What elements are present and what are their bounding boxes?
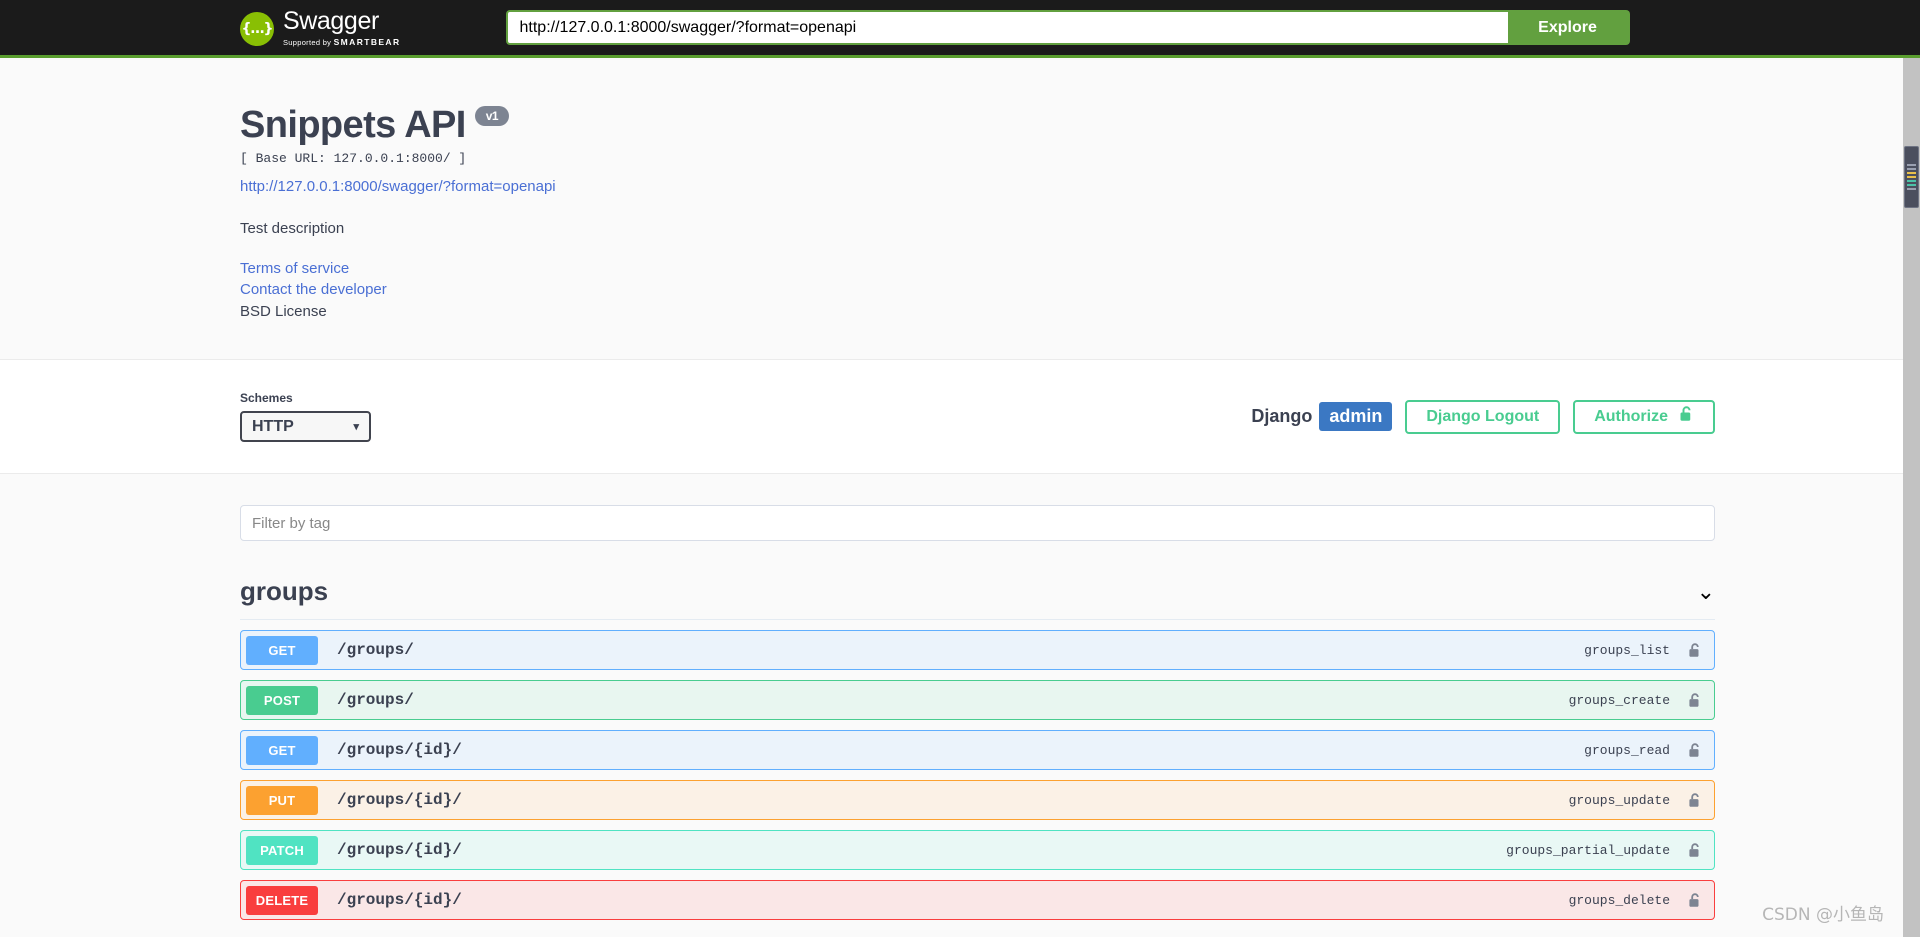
- license-text: BSD License: [240, 302, 327, 320]
- swagger-braces-icon: {…}: [240, 12, 274, 47]
- terms-of-service-link[interactable]: Terms of service: [240, 258, 1920, 279]
- topbar: {…} Swagger Supported by SMARTBEAR Explo…: [0, 0, 1920, 58]
- operation-path: /groups/{id}/: [337, 791, 462, 810]
- contact-developer-link[interactable]: Contact the developer: [240, 279, 1920, 300]
- http-method-badge: PUT: [246, 785, 318, 815]
- unlock-icon[interactable]: [1688, 742, 1702, 759]
- operation-id: groups_create: [1568, 692, 1670, 708]
- authorize-button[interactable]: Authorize: [1573, 399, 1715, 434]
- schemes-label: Schemes: [240, 391, 293, 406]
- http-method-badge: POST: [246, 685, 318, 715]
- auth-controls: Django admin Django Logout Authorize: [1251, 399, 1715, 434]
- schemes-selected-value: HTTP: [252, 417, 294, 435]
- operation-row[interactable]: POST/groups/groups_create: [240, 680, 1715, 721]
- django-logout-button[interactable]: Django Logout: [1405, 399, 1561, 434]
- schemes-group: Schemes HTTP ▾: [240, 391, 371, 443]
- http-method-badge: GET: [246, 735, 318, 765]
- page-title: Snippets API v1: [240, 104, 1920, 147]
- django-label: Django: [1251, 406, 1313, 427]
- scheme-auth-band: Schemes HTTP ▾ Django admin Django Logou…: [0, 359, 1920, 475]
- chevron-down-icon[interactable]: ⌄: [1697, 580, 1715, 603]
- authorize-label: Authorize: [1594, 407, 1668, 425]
- operation-path: /groups/{id}/: [337, 891, 462, 910]
- unlock-icon[interactable]: [1688, 792, 1702, 809]
- operation-list: GET/groups/groups_list POST/groups/groups…: [240, 630, 1715, 921]
- http-method-badge: DELETE: [246, 885, 318, 915]
- operation-row[interactable]: DELETE/groups/{id}/ groups_delete: [240, 880, 1715, 921]
- api-info-block: Snippets API v1 [ Base URL: 127.0.0.1:80…: [0, 58, 1920, 360]
- unlock-icon[interactable]: [1688, 892, 1702, 909]
- operations-section: groups ⌄ GET/groups/groups_list POST/grou…: [0, 474, 1920, 921]
- spec-explore-form: Explore: [505, 10, 1630, 45]
- tag-header-groups[interactable]: groups ⌄: [240, 576, 1715, 621]
- operation-path: /groups/{id}/: [337, 841, 462, 860]
- smartbear-credit: Supported by SMARTBEAR: [283, 38, 401, 47]
- django-user-display: Django admin: [1251, 402, 1393, 432]
- api-title-text: Snippets API: [240, 104, 466, 146]
- http-method-badge: GET: [246, 635, 318, 665]
- operation-id: groups_list: [1584, 642, 1670, 658]
- api-description: Test description: [240, 220, 345, 237]
- explore-button[interactable]: Explore: [1507, 10, 1630, 45]
- base-url-text: [ Base URL: 127.0.0.1:8000/ ]: [240, 151, 467, 166]
- operation-row[interactable]: GET/groups/{id}/ groups_read: [240, 730, 1715, 771]
- operation-id: groups_partial_update: [1506, 842, 1670, 858]
- swagger-logo[interactable]: {…} Swagger Supported by SMARTBEAR: [240, 6, 401, 47]
- unlock-icon[interactable]: [1688, 692, 1702, 709]
- api-version-badge: v1: [474, 105, 509, 126]
- spec-url-link[interactable]: http://127.0.0.1:8000/swagger/?format=op…: [240, 178, 1920, 195]
- spec-url-input[interactable]: [505, 10, 1508, 45]
- operation-row[interactable]: PATCH/groups/{id}/ groups_partial_update: [240, 830, 1715, 871]
- schemes-select[interactable]: HTTP ▾: [240, 411, 371, 443]
- operation-row[interactable]: GET/groups/groups_list: [240, 630, 1715, 671]
- csdn-watermark: CSDN @小鱼岛: [1762, 905, 1884, 925]
- operation-row[interactable]: PUT/groups/{id}/ groups_update: [240, 780, 1715, 821]
- operation-path: /groups/: [337, 641, 414, 660]
- http-method-badge: PATCH: [246, 835, 318, 865]
- operation-id: groups_read: [1584, 742, 1670, 758]
- tag-name-label: groups: [240, 576, 329, 607]
- unlock-icon[interactable]: [1688, 842, 1702, 859]
- scrollbar-thumb[interactable]: [1904, 146, 1919, 208]
- unlock-icon: [1679, 405, 1694, 428]
- operation-path: /groups/: [337, 691, 414, 710]
- filter-by-tag-input[interactable]: [240, 505, 1715, 542]
- vertical-scrollbar[interactable]: [1903, 58, 1920, 937]
- django-username-badge: admin: [1319, 402, 1393, 432]
- operation-id: groups_update: [1568, 792, 1670, 808]
- chevron-down-icon: ▾: [353, 421, 359, 434]
- smartbear-brand: SMARTBEAR: [333, 36, 401, 47]
- operation-id: groups_delete: [1568, 892, 1670, 908]
- swagger-wordmark: Swagger: [283, 6, 379, 35]
- operation-path: /groups/{id}/: [337, 741, 462, 760]
- unlock-icon[interactable]: [1688, 642, 1702, 659]
- supported-by-text: Supported by: [283, 37, 332, 47]
